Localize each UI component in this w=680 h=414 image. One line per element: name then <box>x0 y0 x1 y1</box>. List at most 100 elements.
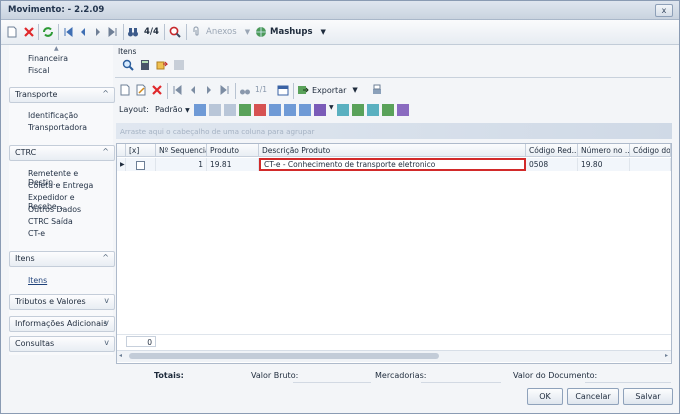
horizontal-scrollbar[interactable]: ◂ ▸ <box>117 350 671 362</box>
layout-select[interactable]: Padrão ▼ <box>155 105 190 114</box>
layout-list-icon[interactable] <box>381 104 394 116</box>
layout-green-icon[interactable] <box>239 104 251 116</box>
refresh-icon[interactable] <box>42 25 54 39</box>
cell-descricao[interactable]: CT-e - Conhecimento de transporte eletro… <box>259 158 526 171</box>
col-header-numero-no[interactable]: Número no ... <box>578 144 630 157</box>
print-icon[interactable] <box>371 84 383 96</box>
salvar-button[interactable]: Salvar <box>623 388 673 405</box>
section-consultas[interactable]: Consultas v <box>9 336 115 352</box>
main-toolbar: 4/4 Anexos ▼ Mashups ▼ <box>1 20 679 45</box>
layout-extra-icon[interactable] <box>396 104 409 116</box>
items-grid: [x] Nº Sequencial Produto Descrição Prod… <box>116 143 672 364</box>
edit-row-icon[interactable] <box>135 84 147 96</box>
valor-documento-field <box>585 370 671 383</box>
col-header-codigo-do[interactable]: Código do ... <box>630 144 671 157</box>
calculator-icon[interactable] <box>139 59 151 71</box>
sidebar-item-coleta[interactable]: Coleta e Entrega <box>28 181 93 190</box>
layout-view-icon[interactable] <box>336 104 349 116</box>
section-ctrc[interactable]: CTRC ^ <box>9 145 115 161</box>
copy-layout-icon[interactable] <box>209 104 221 116</box>
row-checkbox[interactable] <box>126 158 156 171</box>
col-header-produto[interactable]: Produto <box>207 144 259 157</box>
export-data-icon[interactable] <box>156 59 168 71</box>
layout-grid-icon[interactable] <box>269 104 281 116</box>
mercadorias-label: Mercadorias: <box>375 371 427 380</box>
scrollbar-thumb[interactable] <box>129 353 439 359</box>
col-header-check[interactable]: [x] <box>126 144 156 157</box>
layout-sort-icon[interactable] <box>299 104 311 116</box>
previous-record-icon[interactable] <box>77 25 89 39</box>
cell-codigo-red[interactable]: 0508 <box>526 158 578 171</box>
chevron-up-icon: ^ <box>102 89 109 98</box>
section-informacoes[interactable]: Informações Adicionais v <box>9 316 115 332</box>
sidebar-item-transportadora[interactable]: Transportadora <box>28 123 87 132</box>
col-header-descricao[interactable]: Descrição Produto <box>259 144 526 157</box>
section-label: Consultas <box>15 339 55 348</box>
layout-filter-icon[interactable] <box>351 104 364 116</box>
chevron-up-icon: ^ <box>102 253 109 262</box>
sidebar-item-fiscal[interactable]: Fiscal <box>28 66 49 75</box>
ok-button[interactable]: OK <box>527 388 563 405</box>
row-indicator-icon: ▶ <box>117 158 126 171</box>
layout-tool-icon[interactable] <box>224 104 236 116</box>
mashups-menu[interactable]: Mashups ▼ <box>255 25 326 39</box>
previous-row-icon[interactable] <box>187 84 199 96</box>
sidebar-item-itens[interactable]: Itens <box>28 276 47 285</box>
anexos-menu[interactable]: Anexos ▼ <box>191 25 250 39</box>
window-title: Movimento: - 2.2.09 <box>8 5 105 15</box>
scroll-right-icon[interactable]: ▸ <box>665 352 668 359</box>
next-row-icon[interactable] <box>203 84 215 96</box>
sidebar-item-financeira[interactable]: Financeira <box>28 54 68 63</box>
grid-toolbar: 1/1 Exportar ▼ <box>115 81 671 99</box>
grid-footer: 0 <box>117 334 671 349</box>
next-record-icon[interactable] <box>92 25 104 39</box>
exportar-menu[interactable]: Exportar ▼ <box>297 84 358 96</box>
zoom-icon[interactable] <box>169 25 181 39</box>
cell-numero-no[interactable]: 19.80 <box>578 158 630 171</box>
save-layout-icon[interactable] <box>194 104 206 116</box>
valor-bruto-label: Valor Bruto: <box>251 371 299 380</box>
valor-bruto-field <box>293 370 371 383</box>
cell-codigo-do[interactable] <box>630 158 671 171</box>
chart-dropdown-icon[interactable]: ▼ <box>329 104 334 116</box>
new-icon[interactable] <box>6 25 18 39</box>
section-tributos[interactable]: Tributos e Valores v <box>9 294 115 310</box>
first-row-icon[interactable] <box>171 84 183 96</box>
binoculars-icon[interactable] <box>239 84 251 96</box>
sidebar-item-identificacao[interactable]: Identificação <box>28 111 78 120</box>
export-icon <box>298 86 309 94</box>
exportar-dropdown-icon: ▼ <box>352 86 358 94</box>
sidebar-item-outros-dados[interactable]: Outros Dados <box>28 205 81 214</box>
section-itens[interactable]: Itens ^ <box>9 251 115 267</box>
cell-produto[interactable]: 19.81 <box>207 158 259 171</box>
group-band[interactable]: Arraste aqui o cabeçalho de uma coluna p… <box>116 123 672 139</box>
sidebar: ▲ Financeira Fiscal Transporte ^ Identif… <box>9 45 115 355</box>
sidebar-item-ctrc-saida[interactable]: CTRC Saída <box>28 217 73 226</box>
section-label: CTRC <box>15 148 37 157</box>
layout-panel-icon[interactable] <box>366 104 379 116</box>
cell-sequencial[interactable]: 1 <box>156 158 207 171</box>
delete-row-icon[interactable] <box>151 84 163 96</box>
calendar-icon[interactable] <box>277 84 289 96</box>
new-row-icon[interactable] <box>119 84 131 96</box>
last-record-icon[interactable] <box>107 25 119 39</box>
search-icon[interactable] <box>122 59 134 71</box>
layout-red-icon[interactable] <box>254 104 266 116</box>
first-record-icon[interactable] <box>62 25 74 39</box>
scroll-up-icon[interactable]: ▲ <box>54 45 59 52</box>
cancelar-button[interactable]: Cancelar <box>567 388 619 405</box>
panel-icon-bar <box>115 55 671 78</box>
layout-columns-icon[interactable] <box>284 104 296 116</box>
sidebar-item-cte[interactable]: CT-e <box>28 229 45 238</box>
chevron-down-icon: v <box>104 318 109 327</box>
scroll-left-icon[interactable]: ◂ <box>119 352 122 359</box>
delete-icon[interactable] <box>23 25 35 39</box>
col-header-codigo-red[interactable]: Código Red... <box>526 144 578 157</box>
binoculars-icon[interactable] <box>127 25 139 39</box>
col-header-sequencial[interactable]: Nº Sequencial <box>156 144 207 157</box>
close-button[interactable]: x <box>655 4 673 17</box>
chart-icon[interactable] <box>314 104 326 116</box>
row-counter: 1/1 <box>255 85 268 94</box>
section-transporte[interactable]: Transporte ^ <box>9 87 115 103</box>
last-row-icon[interactable] <box>219 84 231 96</box>
